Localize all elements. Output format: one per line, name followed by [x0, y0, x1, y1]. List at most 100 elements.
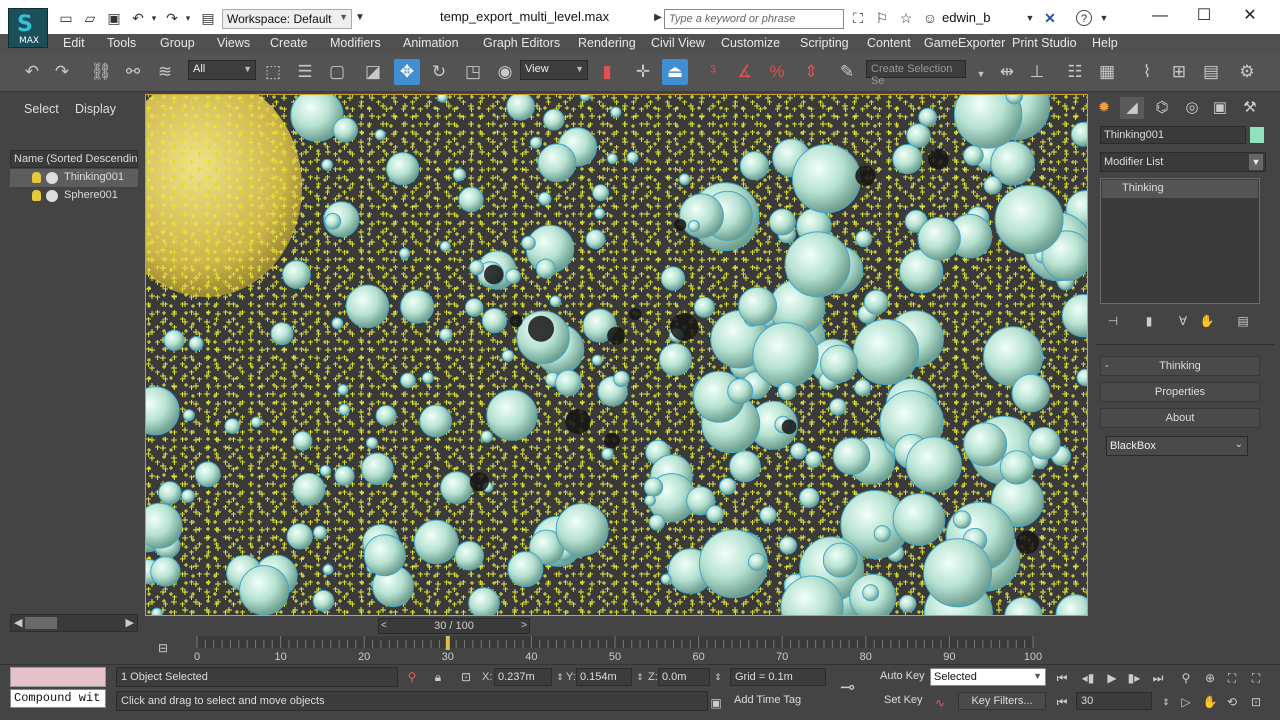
zoom-all-icon[interactable]: ⊕ [1200, 669, 1220, 687]
redo-dropdown-icon[interactable]: ▾ [180, 10, 196, 26]
scrollbar-thumb[interactable] [25, 617, 57, 629]
render-setup-icon[interactable]: ⚙ [1234, 59, 1260, 85]
set-key-button[interactable]: Set Key [880, 692, 927, 710]
curve-icon[interactable]: ∿ [932, 695, 948, 711]
selection-set-dropdown-icon[interactable]: ▼ [968, 61, 994, 87]
pivot-center-icon[interactable]: ▮ [594, 59, 620, 85]
menu-scripting[interactable]: Scripting [800, 36, 849, 50]
previous-frame-icon[interactable]: ◂▮ [1078, 669, 1098, 687]
save-file-icon[interactable]: ▣ [106, 10, 122, 26]
pin-stack-icon[interactable]: ⊣ [1104, 312, 1122, 330]
blackbox-dropdown[interactable]: BlackBox ⌄ [1106, 436, 1248, 456]
hierarchy-tab-icon[interactable]: ⌬ [1150, 97, 1174, 119]
material-editor-icon[interactable]: ▤ [1198, 59, 1224, 85]
go-to-end-icon[interactable]: ⏭ [1148, 669, 1168, 687]
scroll-left-icon[interactable]: ◀ [14, 616, 22, 629]
favorites-star-icon[interactable]: ☆ [898, 10, 914, 26]
angle-snap-icon[interactable]: ∡ [732, 59, 758, 85]
auto-key-button[interactable]: Auto Key [876, 668, 929, 686]
reference-coordinate-dropdown[interactable]: View ▼ [520, 60, 588, 80]
window-crossing-icon[interactable]: ◪ [360, 59, 386, 85]
communication-center-icon[interactable]: ⚐ [874, 10, 890, 26]
curve-editor-icon[interactable]: ⌇ [1134, 59, 1160, 85]
create-tab-icon[interactable]: ✹ [1092, 97, 1116, 119]
quick-access-dropdown-icon[interactable]: ▼ [352, 10, 368, 26]
select-and-move-icon[interactable]: ✥ [394, 59, 420, 85]
pan-view-icon[interactable]: ✋ [1200, 693, 1220, 711]
tab-select[interactable]: Select [24, 102, 59, 116]
menu-help[interactable]: Help [1092, 36, 1118, 50]
field-of-view-icon[interactable]: ▷ [1176, 693, 1196, 711]
make-unique-icon[interactable]: ∀ [1174, 312, 1192, 330]
minimize-button[interactable]: — [1140, 4, 1180, 28]
selection-set-dropdown[interactable]: Selected ▼ [930, 668, 1046, 686]
key-filters-button[interactable]: Key Filters... [958, 692, 1046, 710]
zoom-icon[interactable]: ⚲ [1176, 669, 1196, 687]
x-coordinate-input[interactable]: 0.237m [494, 668, 552, 686]
set-key-mode-icon[interactable]: ⊸ [840, 677, 855, 698]
undo-dropdown-icon[interactable]: ▾ [146, 10, 162, 26]
next-frame-icon[interactable]: ▮▸ [1124, 669, 1144, 687]
menu-gameexporter[interactable]: GameExporter [924, 36, 1005, 50]
search-input[interactable]: Type a keyword or phrase [664, 9, 844, 29]
selection-lock-icon[interactable]: 🔒︎ [430, 669, 446, 685]
user-icon[interactable]: ☺ [922, 10, 938, 26]
new-file-icon[interactable]: ▭ [58, 10, 74, 26]
menu-print-studio[interactable]: Print Studio [1012, 36, 1077, 50]
keyboard-shortcut-override-icon[interactable]: ⏏ [662, 59, 688, 85]
configure-modifier-sets-icon[interactable]: ▤ [1234, 312, 1252, 330]
zoom-extents-all-icon[interactable]: ⛶ [1246, 669, 1266, 687]
light-bulb-icon[interactable] [32, 190, 41, 201]
spinner-icon[interactable]: ⇕ [710, 669, 726, 685]
close-button[interactable]: ✕ [1230, 4, 1270, 28]
maxscript-listener-input[interactable]: Compound wit [10, 689, 106, 708]
menu-content[interactable]: Content [867, 36, 911, 50]
object-name-input[interactable]: Thinking001 [1100, 126, 1246, 144]
bind-to-space-warp-icon[interactable]: ≋ [152, 59, 178, 85]
redo-icon[interactable]: ↷ [49, 59, 75, 85]
visibility-icon[interactable] [46, 172, 58, 184]
remove-modifier-icon[interactable]: ✋ [1198, 312, 1216, 330]
scene-object-row[interactable]: Sphere001 [10, 187, 138, 205]
menu-edit[interactable]: Edit [63, 36, 85, 50]
show-end-result-icon[interactable]: ▮ [1140, 312, 1158, 330]
exchange-apps-icon[interactable]: ✕ [1042, 10, 1058, 26]
rectangular-selection-icon[interactable]: ▢ [324, 59, 350, 85]
visibility-icon[interactable] [46, 190, 58, 202]
menu-graph-editors[interactable]: Graph Editors [483, 36, 560, 50]
tab-display[interactable]: Display [75, 102, 116, 116]
menu-modifiers[interactable]: Modifiers [330, 36, 381, 50]
toggle-layer-explorer-icon[interactable]: ☷ [1062, 59, 1088, 85]
rollout-thinking[interactable]: - Thinking [1100, 356, 1260, 376]
time-slider-prev-icon[interactable]: < [381, 619, 387, 633]
add-time-tag-button[interactable]: Add Time Tag [730, 692, 826, 710]
unlink-selection-icon[interactable]: ⚯ [120, 59, 146, 85]
current-frame-marker[interactable] [445, 636, 450, 650]
help-icon[interactable]: ? [1076, 10, 1092, 26]
spinner-icon[interactable]: ⇕ [632, 669, 648, 685]
select-manipulate-icon[interactable]: ✛ [630, 59, 656, 85]
isolate-selection-icon[interactable]: ⚲ [404, 669, 420, 685]
properties-button[interactable]: Properties [1100, 382, 1260, 402]
redo-icon[interactable]: ↷ [164, 10, 180, 26]
edit-named-selection-icon[interactable]: ✎ [834, 59, 860, 85]
scroll-right-icon[interactable]: ▶ [126, 616, 134, 629]
app-menu-button[interactable]: S MAX [8, 8, 48, 48]
about-button[interactable]: About [1100, 408, 1260, 428]
track-bar[interactable]: 0 10 20 30 40 50 60 70 80 90 100 [150, 636, 1050, 664]
open-file-icon[interactable]: ▱ [82, 10, 98, 26]
named-selection-set-input[interactable]: Create Selection Se [866, 60, 966, 87]
select-by-name-icon[interactable]: ☰ [292, 59, 318, 85]
workspace-dropdown[interactable]: Workspace: Default ▼ [222, 9, 352, 29]
maximize-button[interactable]: ☐ [1184, 4, 1224, 28]
play-icon[interactable]: ▶ [1102, 669, 1122, 687]
modifier-stack-entry[interactable]: Thinking [1102, 180, 1258, 198]
menu-animation[interactable]: Animation [403, 36, 459, 50]
z-coordinate-input[interactable]: 0.0m [658, 668, 710, 686]
menu-tools[interactable]: Tools [107, 36, 136, 50]
binoculars-icon[interactable]: ⛶ [850, 10, 866, 26]
absolute-mode-icon[interactable]: ⊡ [458, 669, 474, 685]
select-and-scale-icon[interactable]: ◳ [460, 59, 486, 85]
menu-rendering[interactable]: Rendering [578, 36, 636, 50]
user-name[interactable]: edwin_b [942, 10, 990, 25]
